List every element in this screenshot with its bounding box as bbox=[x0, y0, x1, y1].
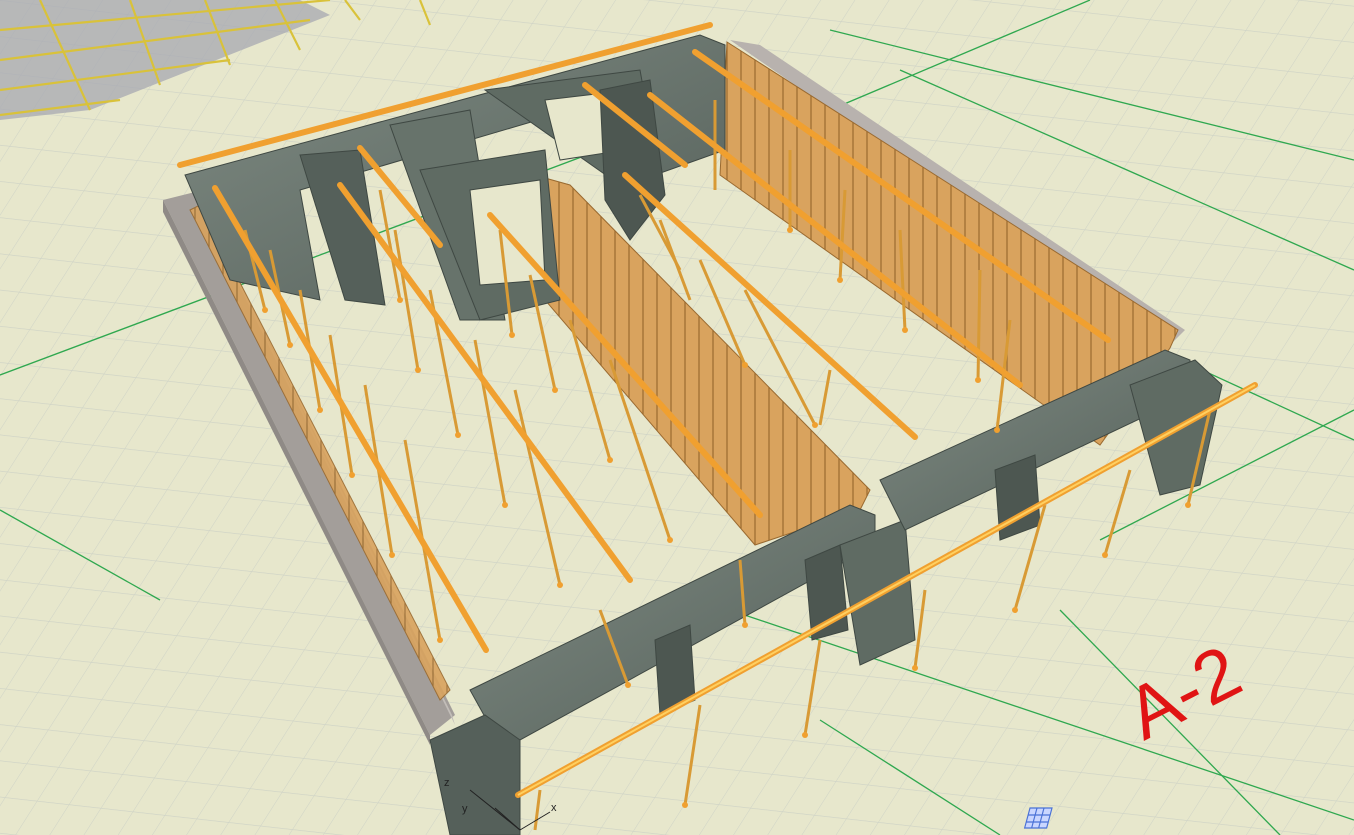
scene-canvas[interactable]: A-2 x y z bbox=[0, 0, 1354, 835]
svg-text:x: x bbox=[551, 802, 557, 814]
svg-text:z: z bbox=[444, 777, 450, 789]
3d-viewport[interactable]: A-2 x y z bbox=[0, 0, 1354, 835]
grid-snap-icon[interactable] bbox=[1023, 807, 1053, 829]
svg-text:y: y bbox=[462, 803, 468, 815]
